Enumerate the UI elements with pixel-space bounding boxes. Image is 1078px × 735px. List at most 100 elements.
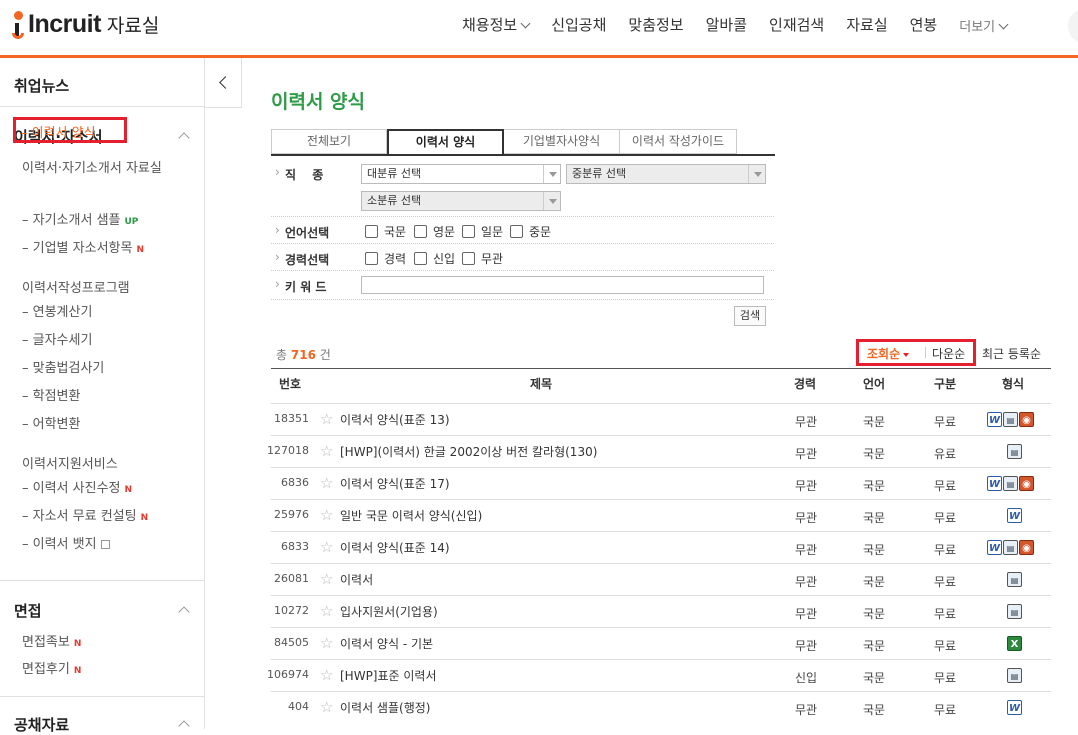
star-icon[interactable]: ☆ (320, 604, 335, 619)
checkbox-any[interactable]: 무관 (462, 250, 503, 267)
star-icon[interactable]: ☆ (320, 700, 335, 715)
hwp-file-icon[interactable]: ▤ (1003, 540, 1018, 555)
sort-by-recent[interactable]: 최근 등록순 (982, 345, 1041, 362)
nav-new-recruit[interactable]: 신입공채 (540, 14, 617, 35)
tab-all[interactable]: 전체보기 (271, 129, 387, 154)
row-title-link[interactable]: 일반 국문 이력서 양식(신입) (340, 507, 482, 524)
tab-resume-form[interactable]: 이력서 양식 (387, 129, 504, 155)
row-title-link[interactable]: 이력서 샘플(행정) (340, 699, 430, 716)
table-row[interactable]: 127018 ☆ [HWP](이력서) 한글 2002이상 버전 칼라형(130) 무… (267, 435, 1051, 467)
nav-more[interactable]: 더보기 (948, 14, 1018, 35)
ppt-file-icon[interactable]: ◉ (1019, 476, 1034, 491)
chevron-down-icon (748, 165, 765, 183)
hwp-file-icon[interactable]: ▤ (1007, 604, 1022, 619)
row-title-link[interactable]: 입사지원서(기업용) (340, 603, 438, 620)
row-title-link[interactable]: 이력서 양식(표준 13) (340, 411, 450, 428)
select-minor[interactable]: 소분류 선택 (361, 191, 561, 211)
table-row[interactable]: 25976 ☆ 일반 국문 이력서 양식(신입) 무관 국문 무료 W (271, 499, 1051, 531)
checkbox-experienced[interactable]: 경력 (365, 250, 406, 267)
hwp-file-icon[interactable]: ▤ (1003, 412, 1018, 427)
ppt-file-icon[interactable]: ◉ (1019, 412, 1034, 427)
word-file-icon[interactable]: W (987, 412, 1002, 427)
row-title-link[interactable]: 이력서 (340, 571, 373, 588)
sidebar-item-free-consulting[interactable]: – 자소서 무료 컨설팅 N (22, 505, 148, 524)
hwp-file-icon[interactable]: ▤ (1007, 668, 1022, 683)
sidebar-item-cover-letter-sample[interactable]: – 자기소개서 샘플 UP (22, 209, 138, 228)
sidebar-item-char-counter[interactable]: – 글자수세기 (22, 329, 92, 348)
sort-by-views[interactable]: 조회순 (867, 345, 910, 362)
hwp-file-icon[interactable]: ▤ (1007, 572, 1022, 587)
tab-writing-guide[interactable]: 이력서 작성가이드 (620, 129, 737, 154)
word-file-icon[interactable]: W (987, 540, 1002, 555)
sidebar-item-lang-convert[interactable]: – 어학변환 (22, 413, 80, 432)
service-title[interactable]: 이력서지원서비스 (22, 453, 118, 472)
hwp-file-icon[interactable]: ▤ (1007, 444, 1022, 459)
tab-company-forms[interactable]: 기업별자사양식 (504, 129, 620, 154)
table-row[interactable]: 6836 ☆ 이력서 양식(표준 17) 무관 국문 무료 W ▤ ◉ (271, 467, 1051, 499)
checkbox-icon (462, 225, 475, 238)
section-interview[interactable]: 면접 (14, 600, 42, 621)
table-row[interactable]: 106974 ☆ [HWP]표준 이력서 신입 국문 무료 ▤ (267, 659, 1051, 691)
star-icon[interactable]: ☆ (320, 668, 335, 683)
sort-by-downloads[interactable]: 다운순 (932, 345, 965, 362)
chevron-up-icon[interactable] (178, 132, 190, 144)
checkbox-korean[interactable]: 국문 (365, 223, 406, 240)
row-title-link[interactable]: 이력서 양식(표준 17) (340, 475, 450, 492)
table-row[interactable]: 84505 ☆ 이력서 양식 - 기본 무관 국문 무료 X (271, 627, 1051, 659)
sidebar-collapse-button[interactable] (205, 58, 242, 108)
table-row[interactable]: 18351 ☆ 이력서 양식(표준 13) 무관 국문 무료 W ▤ ◉ (271, 403, 1051, 435)
table-row[interactable]: 404 ☆ 이력서 샘플(행정) 무관 국문 무료 W (271, 691, 1051, 723)
sidebar-item-resume-badge[interactable]: – 이력서 뱃지 (22, 533, 110, 552)
row-title-link[interactable]: 이력서 양식 - 기본 (340, 635, 433, 652)
row-title-link[interactable]: 이력서 양식(표준 14) (340, 539, 450, 556)
nav-custom[interactable]: 맞춤정보 (617, 14, 694, 35)
checkbox-japanese[interactable]: 일문 (462, 223, 503, 240)
star-icon[interactable]: ☆ (320, 572, 335, 587)
star-icon[interactable]: ☆ (320, 508, 335, 523)
table-row[interactable]: 6833 ☆ 이력서 양식(표준 14) 무관 국문 무료 W ▤ ◉ (271, 531, 1051, 563)
select-middle[interactable]: 중분류 선택 (566, 164, 766, 184)
sidebar-item-photo-edit[interactable]: – 이력서 사진수정 N (22, 477, 132, 496)
nav-library[interactable]: 자료실 (835, 14, 898, 35)
sidebar-item-interview-reviews[interactable]: 면접후기 N (22, 658, 81, 677)
table-row[interactable]: 10272 ☆ 입사지원서(기업용) 무관 국문 무료 ▤ (271, 595, 1051, 627)
row-title-link[interactable]: [HWP](이력서) 한글 2002이상 버전 칼라형(130) (340, 443, 597, 460)
chevron-up-icon[interactable] (178, 606, 190, 618)
sidebar-item-gpa-convert[interactable]: – 학점변환 (22, 385, 80, 404)
star-icon[interactable]: ☆ (320, 412, 335, 427)
excel-file-icon[interactable]: X (1007, 636, 1022, 651)
word-file-icon[interactable]: W (987, 476, 1002, 491)
select-major[interactable]: 대분류 선택 (361, 164, 561, 184)
sidebar-item-news[interactable]: 취업뉴스 (14, 75, 69, 96)
word-file-icon[interactable]: W (1007, 508, 1022, 523)
checkbox-chinese[interactable]: 중문 (510, 223, 551, 240)
search-button[interactable]: 검색 (734, 306, 766, 326)
word-file-icon[interactable]: W (1007, 700, 1022, 715)
nav-salary[interactable]: 연봉 (899, 14, 949, 35)
program-title[interactable]: 이력서작성프로그램 (22, 277, 130, 296)
checkbox-english[interactable]: 영문 (414, 223, 455, 240)
section-public-recruit[interactable]: 공채자료 (14, 714, 69, 735)
incruit-logo[interactable]: Incruit 자료실 (12, 9, 159, 39)
keyword-input[interactable] (361, 276, 764, 294)
table-row[interactable]: 26081 ☆ 이력서 무관 국문 무료 ▤ (271, 563, 1051, 595)
sidebar-item-salary-calc[interactable]: – 연봉계산기 (22, 301, 92, 320)
hwp-file-icon[interactable]: ▤ (1003, 476, 1018, 491)
chevron-up-icon[interactable] (178, 720, 190, 732)
ppt-file-icon[interactable]: ◉ (1019, 540, 1034, 555)
nav-talent-search[interactable]: 인재검색 (758, 14, 835, 35)
checkbox-newcomer[interactable]: 신입 (414, 250, 455, 267)
sidebar-item-interview-notes[interactable]: 면접족보 N (22, 631, 81, 650)
profile-button[interactable] (1068, 8, 1078, 44)
nav-albacall[interactable]: 알바콜 (695, 14, 758, 35)
sidebar-item-resume-library[interactable]: 이력서·자기소개서 자료실 (22, 157, 162, 176)
sidebar-item-spell-check[interactable]: – 맞춤법검사기 (22, 357, 104, 376)
row-title-link[interactable]: [HWP]표준 이력서 (340, 667, 437, 684)
star-icon[interactable]: ☆ (320, 540, 335, 555)
star-icon[interactable]: ☆ (320, 444, 335, 459)
star-icon[interactable]: ☆ (320, 476, 335, 491)
sidebar-item-company-questions[interactable]: – 기업별 자소서항목 N (22, 237, 144, 256)
star-icon[interactable]: ☆ (320, 636, 335, 651)
sidebar-item-resume-form-active[interactable]: – 이력서 양식 (13, 117, 127, 143)
nav-jobs[interactable]: 채용정보 (462, 14, 540, 35)
